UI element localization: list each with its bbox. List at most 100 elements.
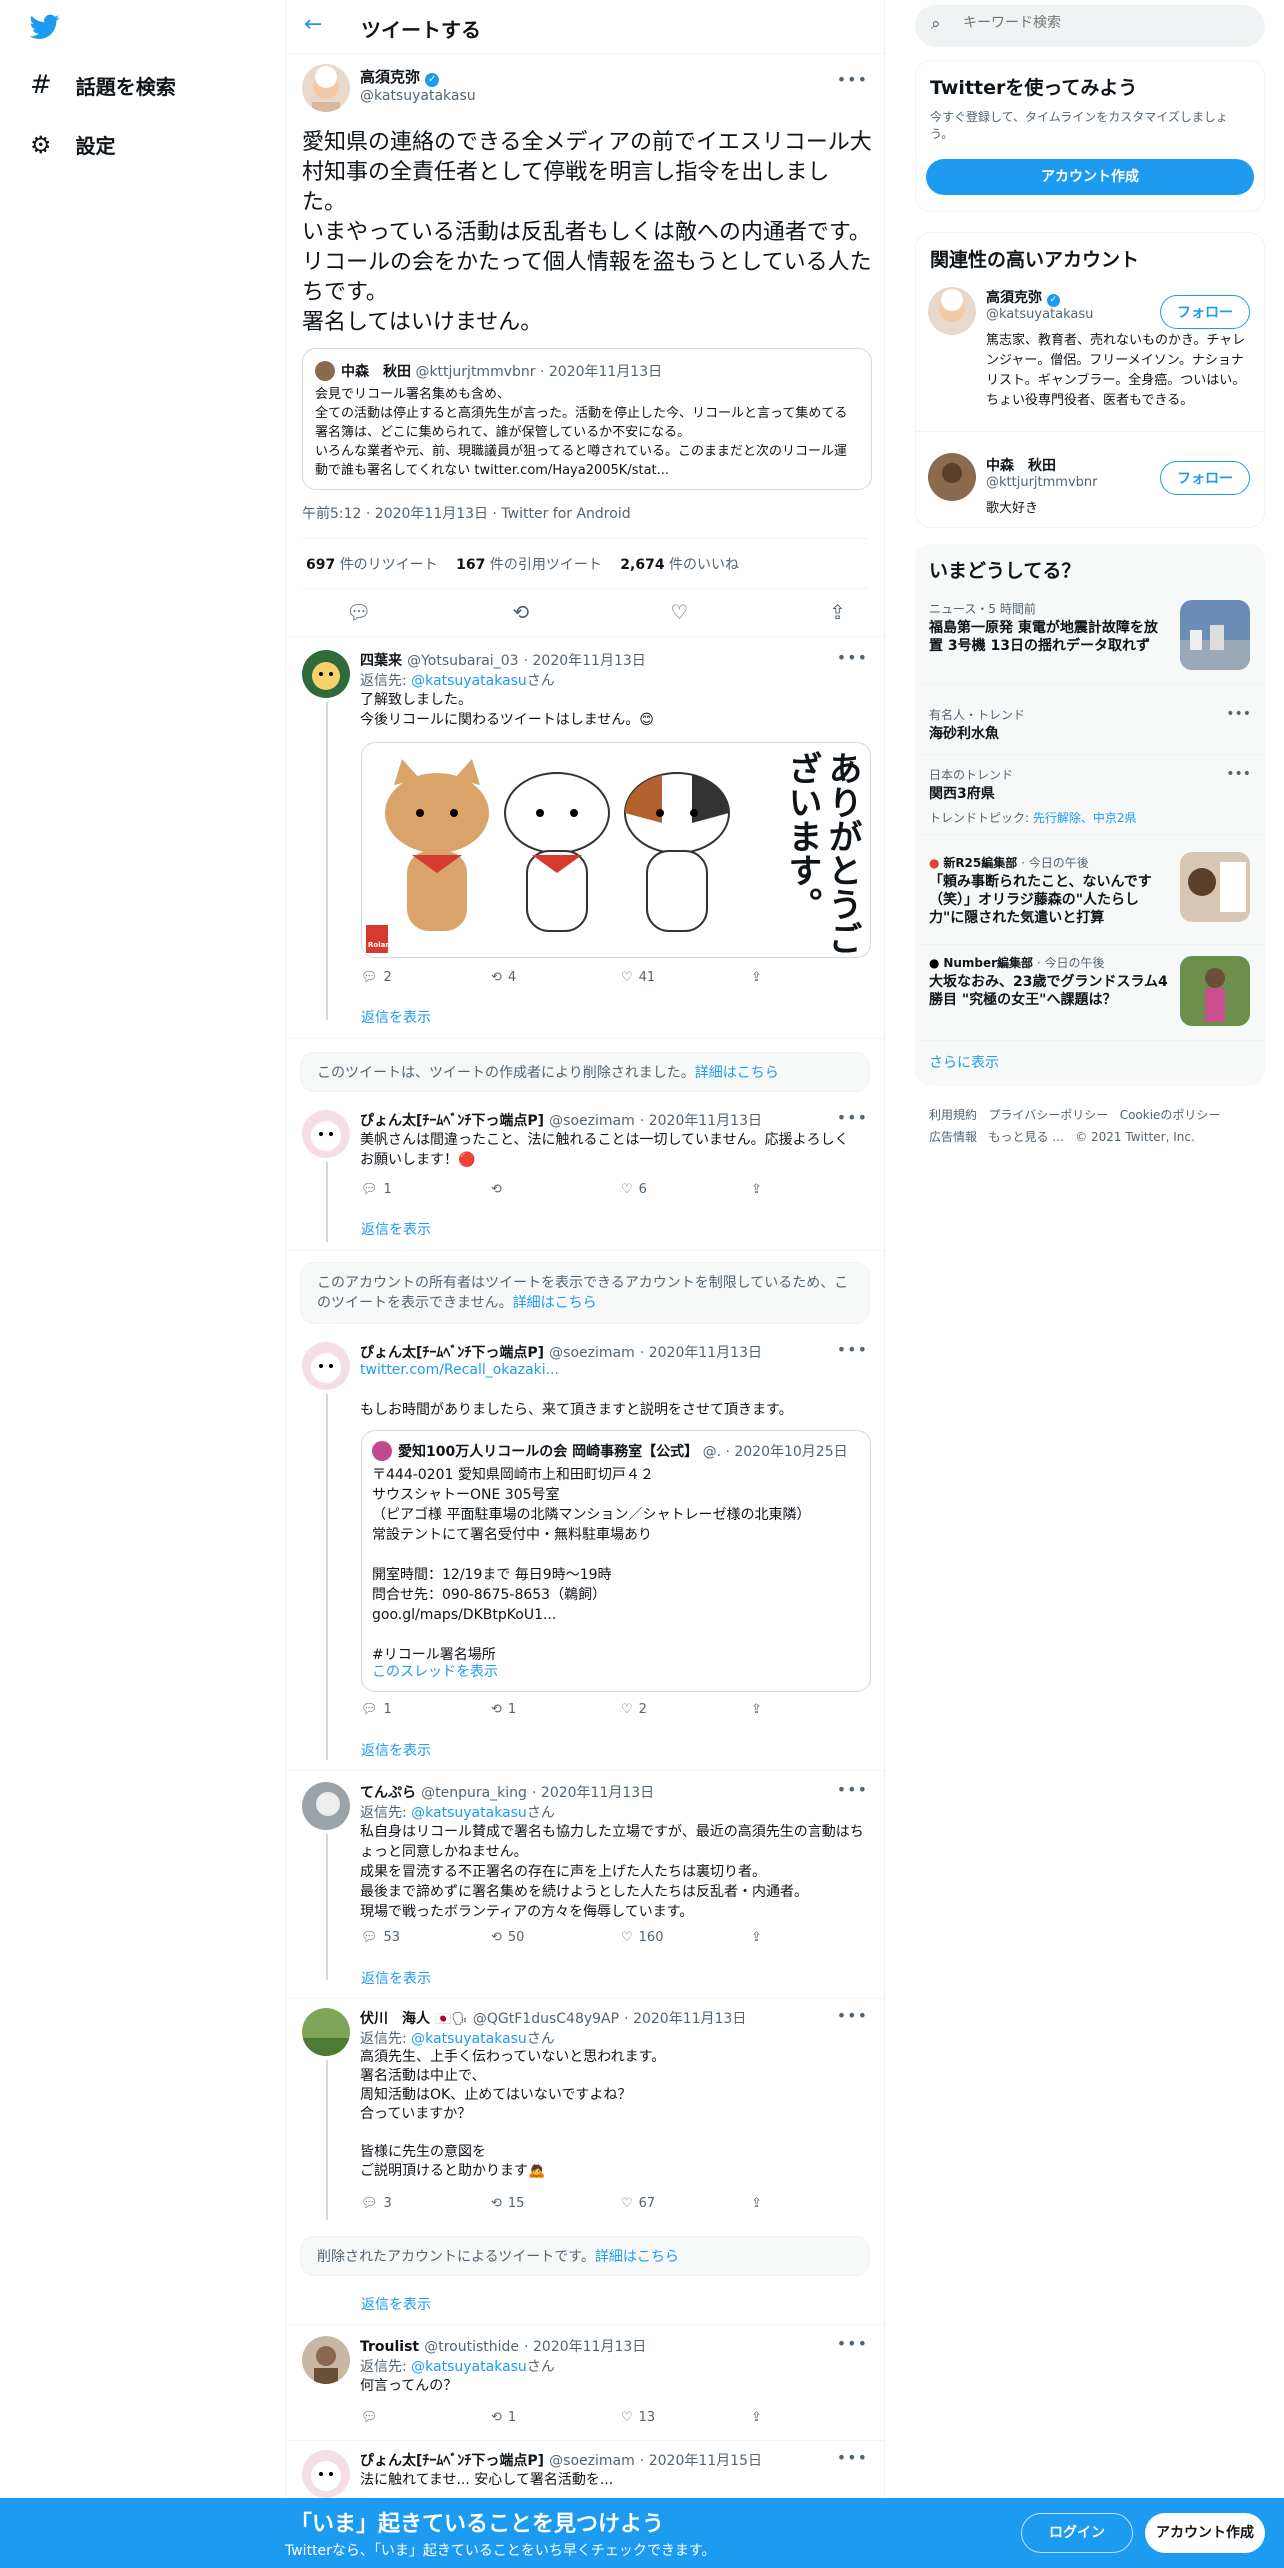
show-replies-link[interactable]: 返信を表示 [361, 1007, 431, 1027]
back-arrow-icon[interactable]: ← [304, 12, 322, 37]
trend-more-icon[interactable]: ••• [1226, 766, 1251, 782]
detail-link[interactable]: 詳細はこちら [513, 1295, 597, 1311]
reply-author-name[interactable]: ぴょん太[ﾁｰﾑﾍﾞﾝﾁ下っ端点P] [360, 1113, 544, 1129]
footer-link[interactable]: 利用規約 [929, 1108, 977, 1122]
reply-author-name[interactable]: 四葉来 [360, 653, 402, 669]
reply-icon[interactable]: 💬︎ 1 [361, 1182, 491, 1197]
retweet-icon[interactable]: ⟲ 1 [491, 1702, 621, 1717]
more-options-icon[interactable]: ••• [837, 1340, 868, 1359]
more-options-icon[interactable]: ••• [837, 648, 868, 667]
reply-date[interactable]: · 2020年11月13日 [524, 2339, 646, 2355]
avatar[interactable] [302, 2008, 350, 2056]
reply-date[interactable]: · 2020年11月13日 [624, 2011, 746, 2027]
signup-button[interactable]: アカウント作成 [1145, 2513, 1265, 2553]
share-icon[interactable]: ⇪ [751, 2196, 881, 2211]
reply-author-name[interactable]: ぴょん太[ﾁｰﾑﾍﾞﾝﾁ下っ端点P] [360, 1345, 544, 1361]
share-icon[interactable]: ⇪ [751, 2410, 881, 2425]
reply-author-handle[interactable]: @soezimam [549, 1345, 635, 1361]
twitter-logo-icon[interactable] [29, 14, 60, 40]
avatar[interactable] [302, 64, 350, 112]
reply-date[interactable]: · 2020年11月15日 [640, 2453, 762, 2469]
reply-image[interactable]: Roland ありがとうございます。 [361, 742, 871, 958]
trend-more-icon[interactable]: ••• [1226, 706, 1251, 722]
more-options-icon[interactable]: ••• [837, 2334, 868, 2353]
nav-settings[interactable]: ⚙ 設定 [30, 130, 116, 159]
like-icon[interactable]: ♡ 160 [621, 1930, 751, 1945]
quoted-tweet[interactable]: 中森 秋田 @kttjurjtmmvbnr · 2020年11月13日 会見でリ… [302, 348, 872, 490]
retweet-icon[interactable]: ⟲ 1 [491, 2410, 621, 2425]
reply-author-name[interactable]: てんぷら [360, 1785, 416, 1801]
retweet-icon[interactable]: ⟲ [512, 600, 529, 624]
quote-count[interactable]: 167 件の引用ツイート [456, 557, 602, 573]
avatar[interactable] [928, 453, 976, 501]
reply-icon[interactable]: 💬︎ 3 [361, 2196, 491, 2211]
like-icon[interactable]: ♡ 67 [621, 2196, 751, 2211]
show-replies-link[interactable]: 返信を表示 [361, 1219, 431, 1239]
follow-button[interactable]: フォロー [1160, 461, 1250, 495]
reply-author-handle[interactable]: @soezimam [549, 2453, 635, 2469]
like-icon[interactable]: ♡ 6 [621, 1182, 751, 1197]
avatar[interactable] [302, 2450, 350, 2498]
more-options-icon[interactable]: ••• [837, 70, 868, 89]
retweet-icon[interactable]: ⟲ 4 [491, 970, 621, 985]
show-thread-link[interactable]: このスレッドを表示 [372, 1661, 498, 1681]
like-count[interactable]: 2,674 件のいいね [620, 557, 739, 573]
share-icon[interactable]: ⇪ [751, 1182, 881, 1197]
avatar[interactable] [928, 287, 976, 335]
search-input[interactable] [963, 15, 1243, 31]
reply-author-name[interactable]: Troulist [360, 2339, 419, 2355]
reply-date[interactable]: · 2020年11月13日 [532, 1785, 654, 1801]
reply-author-handle[interactable]: @soezimam [549, 1113, 635, 1129]
like-icon[interactable]: ♡ 13 [621, 2410, 751, 2425]
account-name[interactable]: 高須克弥 ✓ [986, 287, 1060, 307]
quoted-tweet[interactable]: 愛知100万人リコールの会 岡崎事務室【公式】 @. · 2020年10月25日… [361, 1430, 871, 1692]
footer-link[interactable]: もっと見る ... [988, 1130, 1063, 1144]
reply-author-handle[interactable]: @troutisthide [424, 2339, 519, 2355]
share-icon[interactable]: ⇪ [751, 1930, 881, 1945]
like-icon[interactable]: ♡ [670, 600, 688, 624]
reply-to-link[interactable]: @katsuyatakasu [411, 673, 527, 689]
reply-to-link[interactable]: @katsuyatakasu [411, 1805, 527, 1821]
login-button[interactable]: ログイン [1021, 2513, 1133, 2553]
avatar[interactable] [302, 1110, 350, 1158]
trend-item[interactable]: 有名人・トレンド 海砂利水魚 [929, 706, 1249, 743]
author-handle[interactable]: @katsuyatakasu [360, 88, 476, 104]
reply-to-link[interactable]: @katsuyatakasu [411, 2359, 527, 2375]
reply-icon[interactable]: 💬︎ [346, 600, 371, 624]
reply-icon[interactable]: 💬︎ 2 [361, 970, 491, 985]
retweet-icon[interactable]: ⟲ 15 [491, 2196, 621, 2211]
reply-date[interactable]: · 2020年11月13日 [640, 1113, 762, 1129]
show-replies-link[interactable]: 返信を表示 [361, 2294, 431, 2314]
retweet-count[interactable]: 697 件のリツイート [306, 557, 438, 573]
trend-item[interactable]: 日本のトレンド 関西3府県 トレンドトピック: 先行解除、中京2県 [929, 766, 1249, 826]
search-box[interactable]: ⌕ [915, 5, 1265, 47]
like-icon[interactable]: ♡ 41 [621, 970, 751, 985]
avatar[interactable] [302, 650, 350, 698]
reply-author-name[interactable]: 伏川 海人 [360, 2011, 430, 2027]
footer-link[interactable]: 広告情報 [929, 1130, 977, 1144]
reply-icon[interactable]: 💬︎ 53 [361, 1930, 491, 1945]
reply-to-link[interactable]: @katsuyatakasu [411, 2031, 527, 2047]
reply-date[interactable]: · 2020年11月13日 [640, 1345, 762, 1361]
account-name[interactable]: 中森 秋田 [986, 455, 1056, 475]
reply-icon[interactable]: 💬︎ 1 [361, 1702, 491, 1717]
share-icon[interactable]: ⇪ [829, 600, 846, 624]
show-replies-link[interactable]: 返信を表示 [361, 1968, 431, 1988]
avatar[interactable] [302, 1782, 350, 1830]
author-name[interactable]: 高須克弥 ✓ [360, 66, 440, 87]
detail-link[interactable]: 詳細はこちら [695, 1065, 779, 1081]
reply-icon[interactable]: 💬︎ [361, 2410, 491, 2425]
detail-link[interactable]: 詳細はこちら [595, 2249, 679, 2265]
more-options-icon[interactable]: ••• [837, 1780, 868, 1799]
follow-button[interactable]: フォロー [1160, 295, 1250, 329]
account-handle[interactable]: @kttjurjtmmvbnr [986, 475, 1097, 490]
reply-author-handle[interactable]: @Yotsubarai_03 [407, 653, 518, 669]
tweet-timestamp[interactable]: 午前5:12 · 2020年11月13日 · Twitter for Andro… [302, 503, 631, 523]
like-icon[interactable]: ♡ 2 [621, 1702, 751, 1717]
create-account-button[interactable]: アカウント作成 [926, 159, 1254, 195]
footer-link[interactable]: プライバシーポリシー [988, 1108, 1108, 1122]
more-options-icon[interactable]: ••• [837, 2006, 868, 2025]
reply-author-handle[interactable]: @QGtF1dusC48y9AP [473, 2011, 619, 2027]
retweet-icon[interactable]: ⟲ [491, 1182, 621, 1197]
account-handle[interactable]: @katsuyatakasu [986, 307, 1093, 322]
